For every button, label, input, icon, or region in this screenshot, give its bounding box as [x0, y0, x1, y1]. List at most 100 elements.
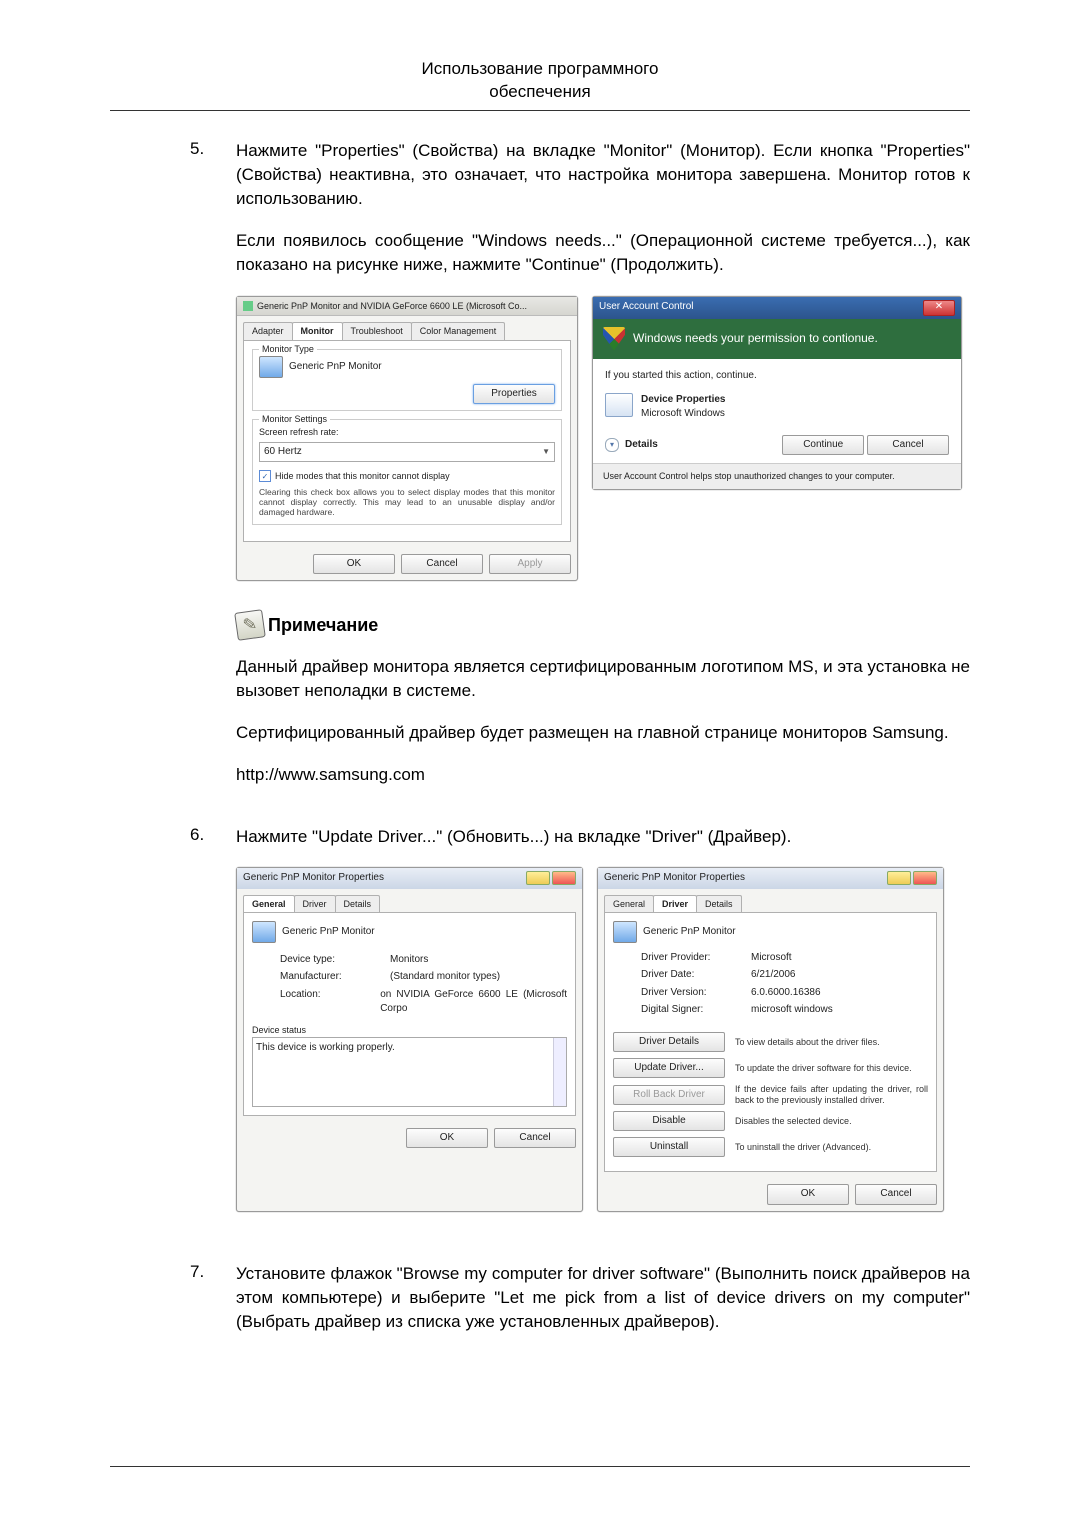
- kv-key: Manufacturer:: [280, 970, 390, 984]
- kv-key: Digital Signer:: [641, 1003, 751, 1017]
- uac-footer: User Account Control helps stop unauthor…: [593, 463, 961, 489]
- device-status-text: This device is working properly.: [256, 1042, 395, 1053]
- kv-val: 6/21/2006: [751, 968, 796, 982]
- update-driver-desc: To update the driver software for this d…: [735, 1063, 928, 1073]
- kv-val: (Standard monitor types): [390, 970, 500, 984]
- note-icon: ✎: [234, 609, 266, 641]
- monitor-icon: [613, 921, 637, 943]
- shield-icon: [603, 327, 625, 351]
- step-number: 7.: [110, 1262, 236, 1352]
- kv-val: on NVIDIA GeForce 6600 LE (Microsoft Cor…: [380, 988, 567, 1016]
- uac-program-name: Device Properties: [641, 393, 726, 407]
- tab-details[interactable]: Details: [335, 895, 381, 913]
- step-number: 5.: [110, 139, 236, 805]
- page-header: Использование программного обеспечения: [110, 58, 970, 111]
- kv-key: Driver Version:: [641, 986, 751, 1000]
- device-status-label: Device status: [252, 1024, 567, 1037]
- monitor-icon: [259, 356, 283, 378]
- step-number: 6.: [110, 825, 236, 1241]
- uac-dialog: User Account Control ✕ Windows needs you…: [592, 296, 962, 491]
- hide-modes-checkbox[interactable]: ✓: [259, 470, 271, 482]
- uac-banner-text: Windows needs your permission to contion…: [633, 330, 878, 347]
- continue-button[interactable]: Continue: [782, 435, 864, 455]
- roll-back-driver-button[interactable]: Roll Back Driver: [613, 1085, 725, 1105]
- chevron-down-icon[interactable]: ▾: [605, 438, 619, 452]
- cancel-button[interactable]: Cancel: [494, 1128, 576, 1148]
- driver-details-desc: To view details about the driver files.: [735, 1037, 928, 1047]
- ok-button[interactable]: OK: [767, 1184, 849, 1204]
- note-para1: Данный драйвер монитора является сертифи…: [236, 655, 970, 703]
- tab-color-management[interactable]: Color Management: [411, 322, 506, 340]
- uninstall-button[interactable]: Uninstall: [613, 1137, 725, 1157]
- hide-modes-label: Hide modes that this monitor cannot disp…: [275, 470, 450, 483]
- close-icon[interactable]: [913, 871, 937, 885]
- header-line1: Использование программного: [422, 59, 659, 78]
- monitor-icon: [252, 921, 276, 943]
- device-name: Generic PnP Monitor: [643, 925, 736, 939]
- dialog-titlebar: Generic PnP Monitor and NVIDIA GeForce 6…: [237, 297, 577, 317]
- refresh-rate-select[interactable]: 60 Hertz ▼: [259, 442, 555, 462]
- uac-title: User Account Control: [599, 300, 694, 314]
- driver-details-button[interactable]: Driver Details: [613, 1032, 725, 1052]
- minimize-icon[interactable]: [526, 871, 550, 885]
- note-para2: Сертифицированный драйвер будет размещен…: [236, 721, 970, 745]
- close-icon[interactable]: ✕: [923, 300, 955, 316]
- group-monitor-type: Monitor Type: [259, 343, 317, 356]
- footer-rule: [110, 1466, 970, 1467]
- apply-button[interactable]: Apply: [489, 554, 571, 574]
- tab-general[interactable]: General: [243, 895, 295, 913]
- minimize-icon[interactable]: [887, 871, 911, 885]
- note-link: http://www.samsung.com: [236, 763, 970, 787]
- device-name: Generic PnP Monitor: [282, 925, 375, 939]
- kv-key: Device type:: [280, 953, 390, 967]
- step5-para1: Нажмите "Properties" (Свойства) на вклад…: [236, 139, 970, 211]
- step5-para2: Если появилось сообщение "Windows needs.…: [236, 229, 970, 277]
- cancel-button[interactable]: Cancel: [855, 1184, 937, 1204]
- scrollbar[interactable]: [553, 1038, 566, 1106]
- kv-val: microsoft windows: [751, 1003, 833, 1017]
- tab-driver[interactable]: Driver: [294, 895, 336, 913]
- tab-monitor[interactable]: Monitor: [292, 322, 343, 340]
- figure-row-2: Generic PnP Monitor Properties General D…: [236, 867, 970, 1211]
- tab-general[interactable]: General: [604, 895, 654, 913]
- uac-if-started: If you started this action, continue.: [605, 369, 949, 383]
- step6-para1: Нажмите "Update Driver..." (Обновить...)…: [236, 825, 970, 849]
- header-line2: обеспечения: [489, 82, 590, 101]
- tab-driver[interactable]: Driver: [653, 895, 697, 913]
- kv-val: Monitors: [390, 953, 428, 967]
- properties-button[interactable]: Properties: [473, 384, 555, 404]
- kv-key: Location:: [280, 988, 380, 1016]
- disable-button[interactable]: Disable: [613, 1111, 725, 1131]
- ok-button[interactable]: OK: [313, 554, 395, 574]
- tab-adapter[interactable]: Adapter: [243, 322, 293, 340]
- refresh-rate-label: Screen refresh rate:: [259, 426, 555, 439]
- driver-properties-dialog: Generic PnP Monitor Properties General D…: [597, 867, 944, 1211]
- monitor-name: Generic PnP Monitor: [289, 360, 382, 374]
- uac-details-link[interactable]: Details: [625, 438, 658, 452]
- uac-publisher: Microsoft Windows: [641, 407, 726, 421]
- ok-button[interactable]: OK: [406, 1128, 488, 1148]
- update-driver-button[interactable]: Update Driver...: [613, 1058, 725, 1078]
- refresh-rate-value: 60 Hertz: [264, 445, 302, 459]
- hide-modes-desc: Clearing this check box allows you to se…: [259, 487, 555, 518]
- dialog-title: Generic PnP Monitor Properties: [243, 871, 384, 885]
- step7-para1: Установите флажок "Browse my computer fo…: [236, 1262, 970, 1334]
- kv-key: Driver Date:: [641, 968, 751, 982]
- uninstall-desc: To uninstall the driver (Advanced).: [735, 1142, 928, 1152]
- window-icon: [243, 301, 253, 311]
- dialog-title: Generic PnP Monitor Properties: [604, 871, 745, 885]
- disable-desc: Disables the selected device.: [735, 1116, 928, 1126]
- device-status-box: This device is working properly.: [252, 1037, 567, 1107]
- kv-val: Microsoft: [751, 951, 792, 965]
- kv-val: 6.0.6000.16386: [751, 986, 821, 1000]
- close-icon[interactable]: [552, 871, 576, 885]
- roll-back-desc: If the device fails after updating the d…: [735, 1084, 928, 1105]
- cancel-button[interactable]: Cancel: [401, 554, 483, 574]
- group-monitor-settings: Monitor Settings: [259, 413, 330, 426]
- device-properties-icon: [605, 393, 633, 417]
- tab-details[interactable]: Details: [696, 895, 742, 913]
- cancel-button[interactable]: Cancel: [867, 435, 949, 455]
- note-heading: Примечание: [268, 613, 378, 639]
- tab-troubleshoot[interactable]: Troubleshoot: [342, 322, 412, 340]
- chevron-down-icon: ▼: [542, 446, 550, 457]
